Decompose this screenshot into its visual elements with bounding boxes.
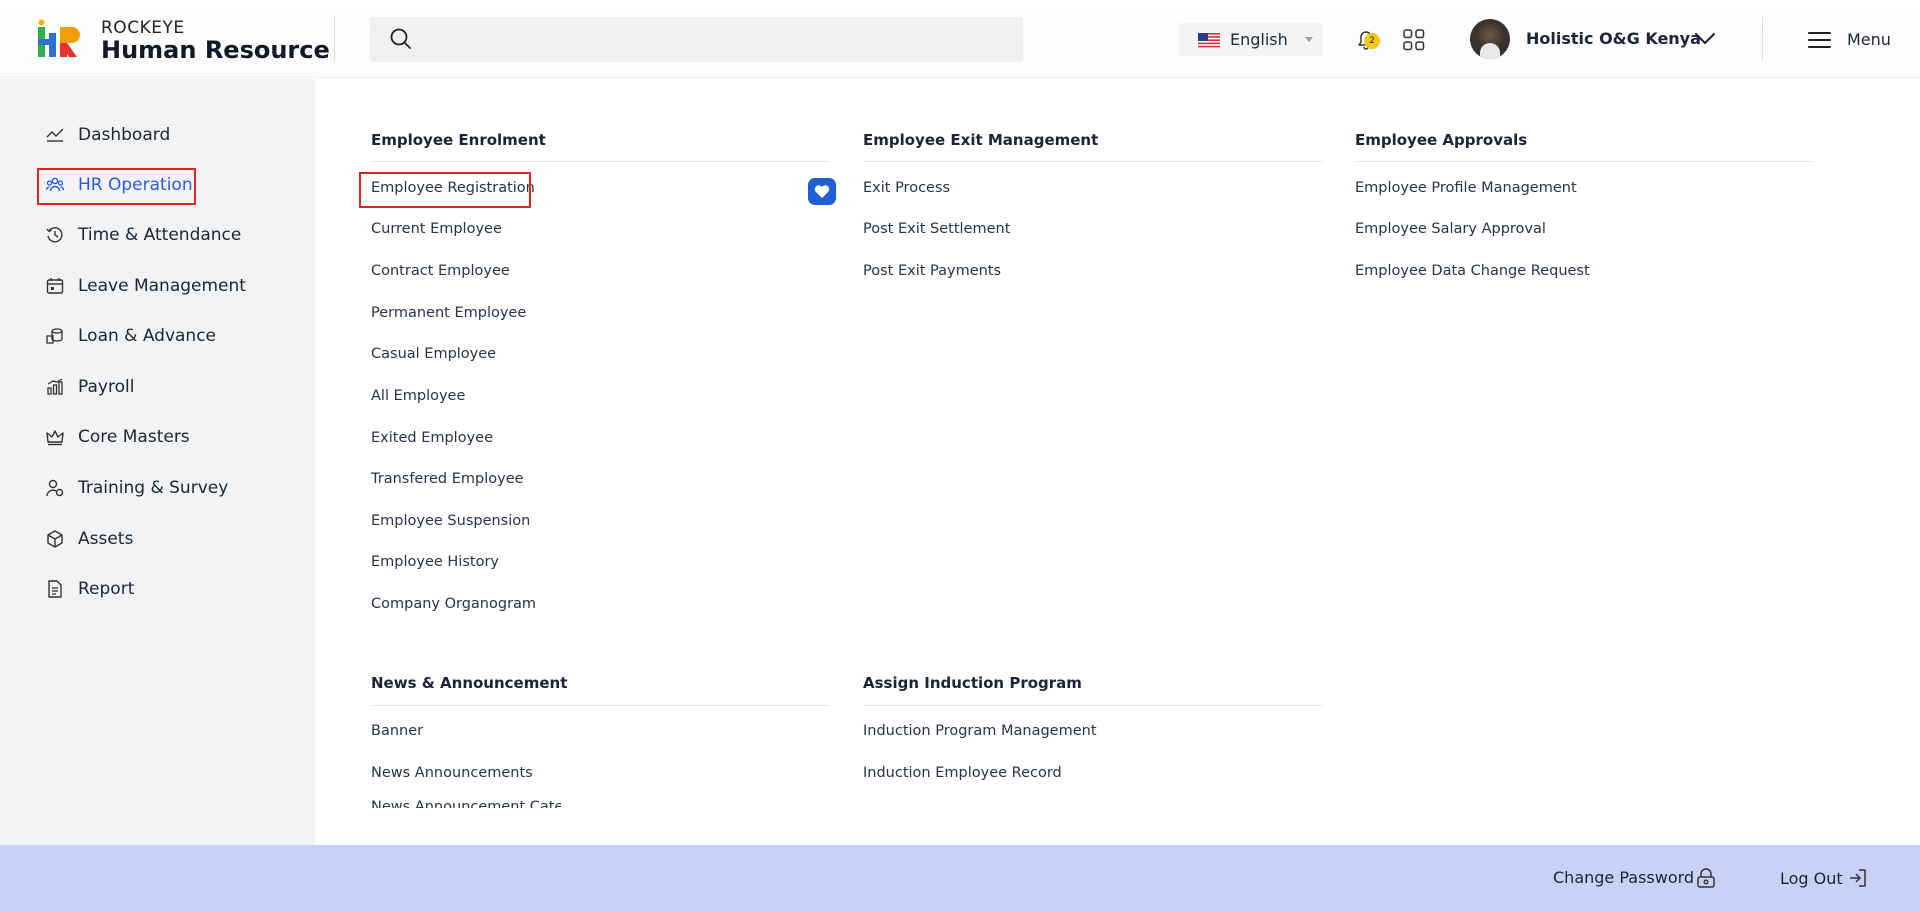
link-post-exit-payments[interactable]: Post Exit Payments	[863, 263, 1001, 279]
header-divider	[1762, 17, 1763, 61]
coins-icon	[46, 328, 63, 344]
change-password-link[interactable]: Change Password	[1553, 868, 1694, 887]
clipped-link-container: News Announcement Category	[371, 799, 561, 808]
link-employee-profile-management[interactable]: Employee Profile Management	[1355, 180, 1577, 196]
exit-heading: Employee Exit Management	[863, 131, 1099, 149]
payroll-chart-icon	[47, 378, 63, 395]
training-icon	[46, 479, 64, 497]
hamburger-icon	[1808, 32, 1831, 48]
notification-badge: 2	[1364, 33, 1380, 49]
sidebar-item-label: Payroll	[78, 377, 135, 397]
link-employee-suspension[interactable]: Employee Suspension	[371, 513, 530, 529]
heart-icon	[814, 185, 830, 198]
link-news-announcement-category[interactable]: News Announcement Category	[371, 799, 561, 808]
crown-icon	[46, 430, 64, 446]
logout-link[interactable]: Log Out	[1780, 869, 1843, 888]
lock-icon[interactable]	[1695, 867, 1717, 889]
top-header: ROCKEYE Human Resource English 2 Holisti…	[0, 0, 1920, 78]
approvals-heading: Employee Approvals	[1355, 131, 1528, 149]
menu-label: Menu	[1847, 30, 1891, 49]
calendar-icon	[46, 278, 64, 294]
link-contract-employee[interactable]: Contract Employee	[371, 263, 510, 279]
sidebar-item-core-masters[interactable]: Core Masters	[46, 425, 190, 449]
link-permanent-employee[interactable]: Permanent Employee	[371, 305, 526, 321]
clock-history-icon	[46, 227, 63, 243]
link-banner[interactable]: Banner	[371, 723, 423, 739]
favorite-button[interactable]	[808, 178, 836, 205]
sidebar-item-payroll[interactable]: Payroll	[46, 375, 134, 399]
link-employee-history[interactable]: Employee History	[371, 554, 499, 570]
avatar[interactable]	[1470, 19, 1510, 59]
sidebar-item-leave-management[interactable]: Leave Management	[46, 274, 246, 298]
sidebar-item-label: Loan & Advance	[78, 326, 217, 346]
link-casual-employee[interactable]: Casual Employee	[371, 346, 496, 362]
search-icon	[390, 28, 411, 49]
language-select[interactable]: English	[1178, 23, 1323, 56]
enrolment-divider	[371, 161, 830, 162]
sidebar-item-training-survey[interactable]: Training & Survey	[46, 476, 228, 500]
selected-link-highlight	[359, 172, 531, 208]
sidebar-item-label: Time & Attendance	[78, 225, 242, 245]
sidebar-item-assets[interactable]: Assets	[46, 527, 133, 551]
sidebar-item-loan-advance[interactable]: Loan & Advance	[46, 324, 216, 348]
caret-down-icon	[1305, 37, 1313, 42]
sidebar-item-label: Leave Management	[78, 276, 246, 296]
chevron-down-icon[interactable]	[1694, 30, 1716, 46]
enrolment-heading: Employee Enrolment	[371, 131, 546, 149]
sidebar-item-label: Dashboard	[78, 125, 171, 145]
link-employee-salary-approval[interactable]: Employee Salary Approval	[1355, 221, 1546, 237]
document-icon	[48, 580, 62, 598]
brand-top-text: ROCKEYE	[101, 18, 185, 38]
sidebar-item-label: Assets	[78, 529, 134, 549]
induction-heading: Assign Induction Program	[863, 674, 1082, 692]
brand-title: Human Resource	[101, 36, 330, 64]
sidebar-item-report[interactable]: Report	[46, 577, 134, 601]
link-company-organogram[interactable]: Company Organogram	[371, 596, 536, 612]
search-input[interactable]	[370, 17, 1023, 62]
user-name[interactable]: Holistic O&G Kenya	[1526, 29, 1701, 48]
link-induction-program-management[interactable]: Induction Program Management	[863, 723, 1097, 739]
link-induction-employee-record[interactable]: Induction Employee Record	[863, 765, 1062, 781]
chart-line-icon	[46, 128, 64, 142]
link-exit-process[interactable]: Exit Process	[863, 180, 950, 196]
header-divider	[334, 17, 335, 61]
menu-button[interactable]: Menu	[1808, 28, 1891, 52]
news-heading: News & Announcement	[371, 674, 568, 692]
active-item-highlight	[37, 168, 196, 205]
cube-icon	[47, 530, 63, 548]
sidebar-item-label: Core Masters	[78, 427, 190, 447]
language-label: English	[1230, 30, 1288, 49]
exit-divider	[863, 161, 1322, 162]
link-all-employee[interactable]: All Employee	[371, 388, 465, 404]
footer-bar: Change Password Log Out	[0, 845, 1920, 912]
link-news-announcements[interactable]: News Announcements	[371, 765, 533, 781]
logout-icon[interactable]	[1848, 868, 1868, 888]
rockeye-logo-icon[interactable]	[36, 19, 82, 59]
sidebar-item-label: Report	[78, 579, 135, 599]
link-post-exit-settlement[interactable]: Post Exit Settlement	[863, 221, 1010, 237]
approvals-divider	[1355, 161, 1813, 162]
link-current-employee[interactable]: Current Employee	[371, 221, 502, 237]
sidebar-item-time-attendance[interactable]: Time & Attendance	[46, 223, 241, 247]
induction-divider	[863, 705, 1322, 706]
link-employee-data-change-request[interactable]: Employee Data Change Request	[1355, 263, 1590, 279]
link-transfered-employee[interactable]: Transfered Employee	[371, 471, 524, 487]
sidebar-item-dashboard[interactable]: Dashboard	[46, 123, 170, 147]
news-divider	[371, 705, 830, 706]
sidebar-item-label: Training & Survey	[78, 478, 229, 498]
link-exited-employee[interactable]: Exited Employee	[371, 430, 493, 446]
apps-grid-icon[interactable]	[1403, 29, 1425, 51]
us-flag-icon	[1198, 33, 1220, 48]
